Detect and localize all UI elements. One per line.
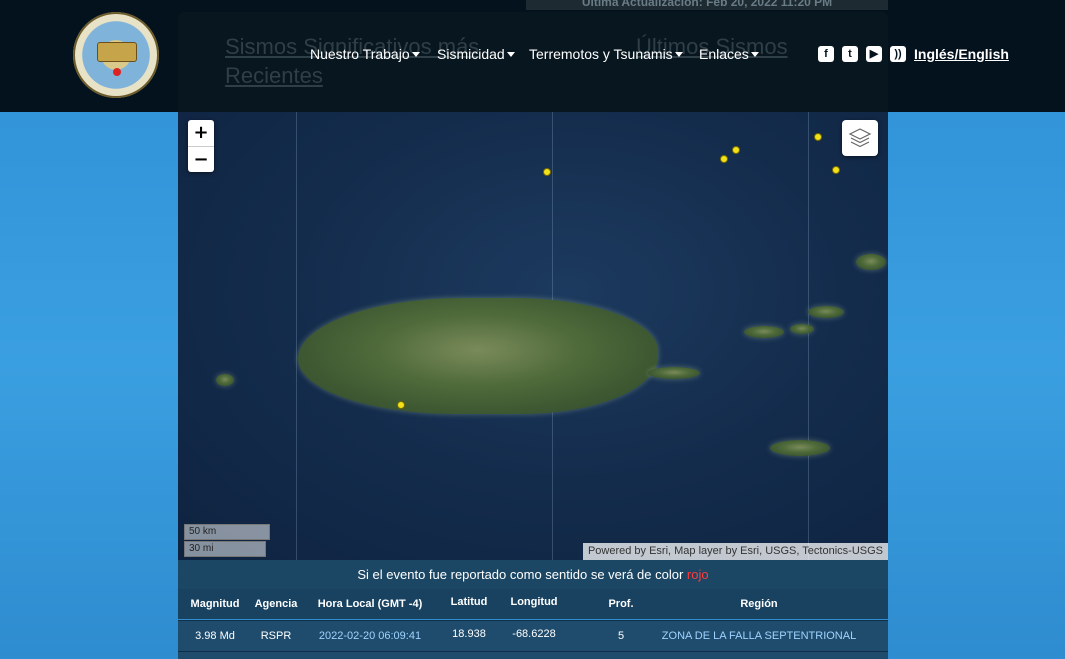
felt-notice: Si el evento fue reportado como sentido … <box>178 560 888 589</box>
st-croix-island <box>770 440 830 456</box>
col-longitud[interactable]: Longitud <box>506 587 562 617</box>
nav-sismicidad[interactable]: Sismicidad <box>437 46 515 62</box>
st-thomas-island <box>744 326 784 338</box>
nav-label: Enlaces <box>699 46 749 62</box>
mona-island <box>216 374 234 386</box>
caret-down-icon <box>674 51 683 57</box>
cell-hora-local-link[interactable]: 2022-02-20 06:09:41 <box>310 621 430 651</box>
nav-label: Sismicidad <box>437 46 505 62</box>
nav-enlaces[interactable]: Enlaces <box>699 46 759 62</box>
social-links: f t ▶ )) <box>818 46 906 62</box>
zoom-control: + − <box>188 120 214 172</box>
nav-label: Terremotos y Tsunamis <box>529 46 673 62</box>
cell-agencia: RSPR <box>260 630 292 642</box>
seismic-marker-emblem <box>113 68 121 76</box>
youtube-icon[interactable]: ▶ <box>866 46 882 62</box>
scale-bar-km: 50 km <box>184 524 270 540</box>
twitter-icon[interactable]: t <box>842 46 858 62</box>
nav-nuestro-trabajo[interactable]: Nuestro Trabajo <box>310 46 420 62</box>
puerto-rico-island <box>298 298 658 414</box>
col-hora-local[interactable]: Hora Local (GMT -4) <box>310 589 430 619</box>
table-header: Magnitud Agencia Hora Local (GMT -4) Lat… <box>178 589 888 619</box>
col-agencia[interactable]: Agencia <box>250 589 302 619</box>
language-link[interactable]: Inglés/English <box>914 46 1009 62</box>
col-magnitud[interactable]: Magnitud <box>184 589 246 619</box>
nav-label: Nuestro Trabajo <box>310 46 410 62</box>
earthquake-marker[interactable] <box>814 133 822 141</box>
map-gridline <box>808 112 809 560</box>
st-john-island <box>790 324 814 334</box>
seismic-map[interactable]: + − 50 km 30 mi Powered by Esri, Map lay… <box>178 112 888 560</box>
earthquake-marker[interactable] <box>720 155 728 163</box>
table-row[interactable]: 3.98 Md RSPR 2022-02-20 06:09:41 18.938 … <box>178 620 888 651</box>
site-header: Última Actualización: Feb 20, 2022 11:20… <box>0 0 1065 112</box>
col-prof[interactable]: Prof. <box>602 589 640 619</box>
notice-color-word: rojo <box>686 567 709 582</box>
caret-down-icon <box>411 51 420 57</box>
red-sismica-logo[interactable] <box>73 12 159 98</box>
vieques-island <box>648 367 700 379</box>
cell-latitud: 18.938 <box>452 628 486 640</box>
layers-button[interactable] <box>842 120 878 156</box>
layers-icon <box>848 128 872 148</box>
earthquake-marker[interactable] <box>543 168 551 176</box>
map-gridline <box>296 112 297 560</box>
notice-text: Si el evento fue reportado como sentido … <box>357 567 687 582</box>
cell-prof: 5 <box>617 630 625 642</box>
map-attribution: Powered by Esri, Map layer by Esri, USGS… <box>582 543 888 560</box>
puerto-rico-map-emblem <box>97 42 137 62</box>
caret-down-icon <box>750 51 759 57</box>
zoom-in-button[interactable]: + <box>188 120 214 146</box>
virgin-gorda-island <box>856 254 886 270</box>
earthquake-marker[interactable] <box>732 146 740 154</box>
cell-region-link[interactable]: ZONA DE LA FALLA SEPTENTRIONAL <box>648 621 870 651</box>
rss-icon[interactable]: )) <box>890 46 906 62</box>
tortola-island <box>808 306 844 318</box>
scale-bar-mi: 30 mi <box>184 541 266 557</box>
earthquake-marker[interactable] <box>832 166 840 174</box>
col-latitud[interactable]: Latitud <box>444 587 494 617</box>
col-region[interactable]: Región <box>700 589 818 619</box>
cell-magnitud: 3.98 Md <box>195 630 235 642</box>
caret-down-icon <box>506 51 515 57</box>
last-update-bar: Última Actualización: Feb 20, 2022 11:20… <box>526 0 888 10</box>
zoom-out-button[interactable]: − <box>188 146 214 172</box>
earthquake-marker[interactable] <box>397 401 405 409</box>
facebook-icon[interactable]: f <box>818 46 834 62</box>
cell-longitud: -68.6228 <box>512 628 556 640</box>
nav-terremotos-tsunamis[interactable]: Terremotos y Tsunamis <box>529 46 683 62</box>
